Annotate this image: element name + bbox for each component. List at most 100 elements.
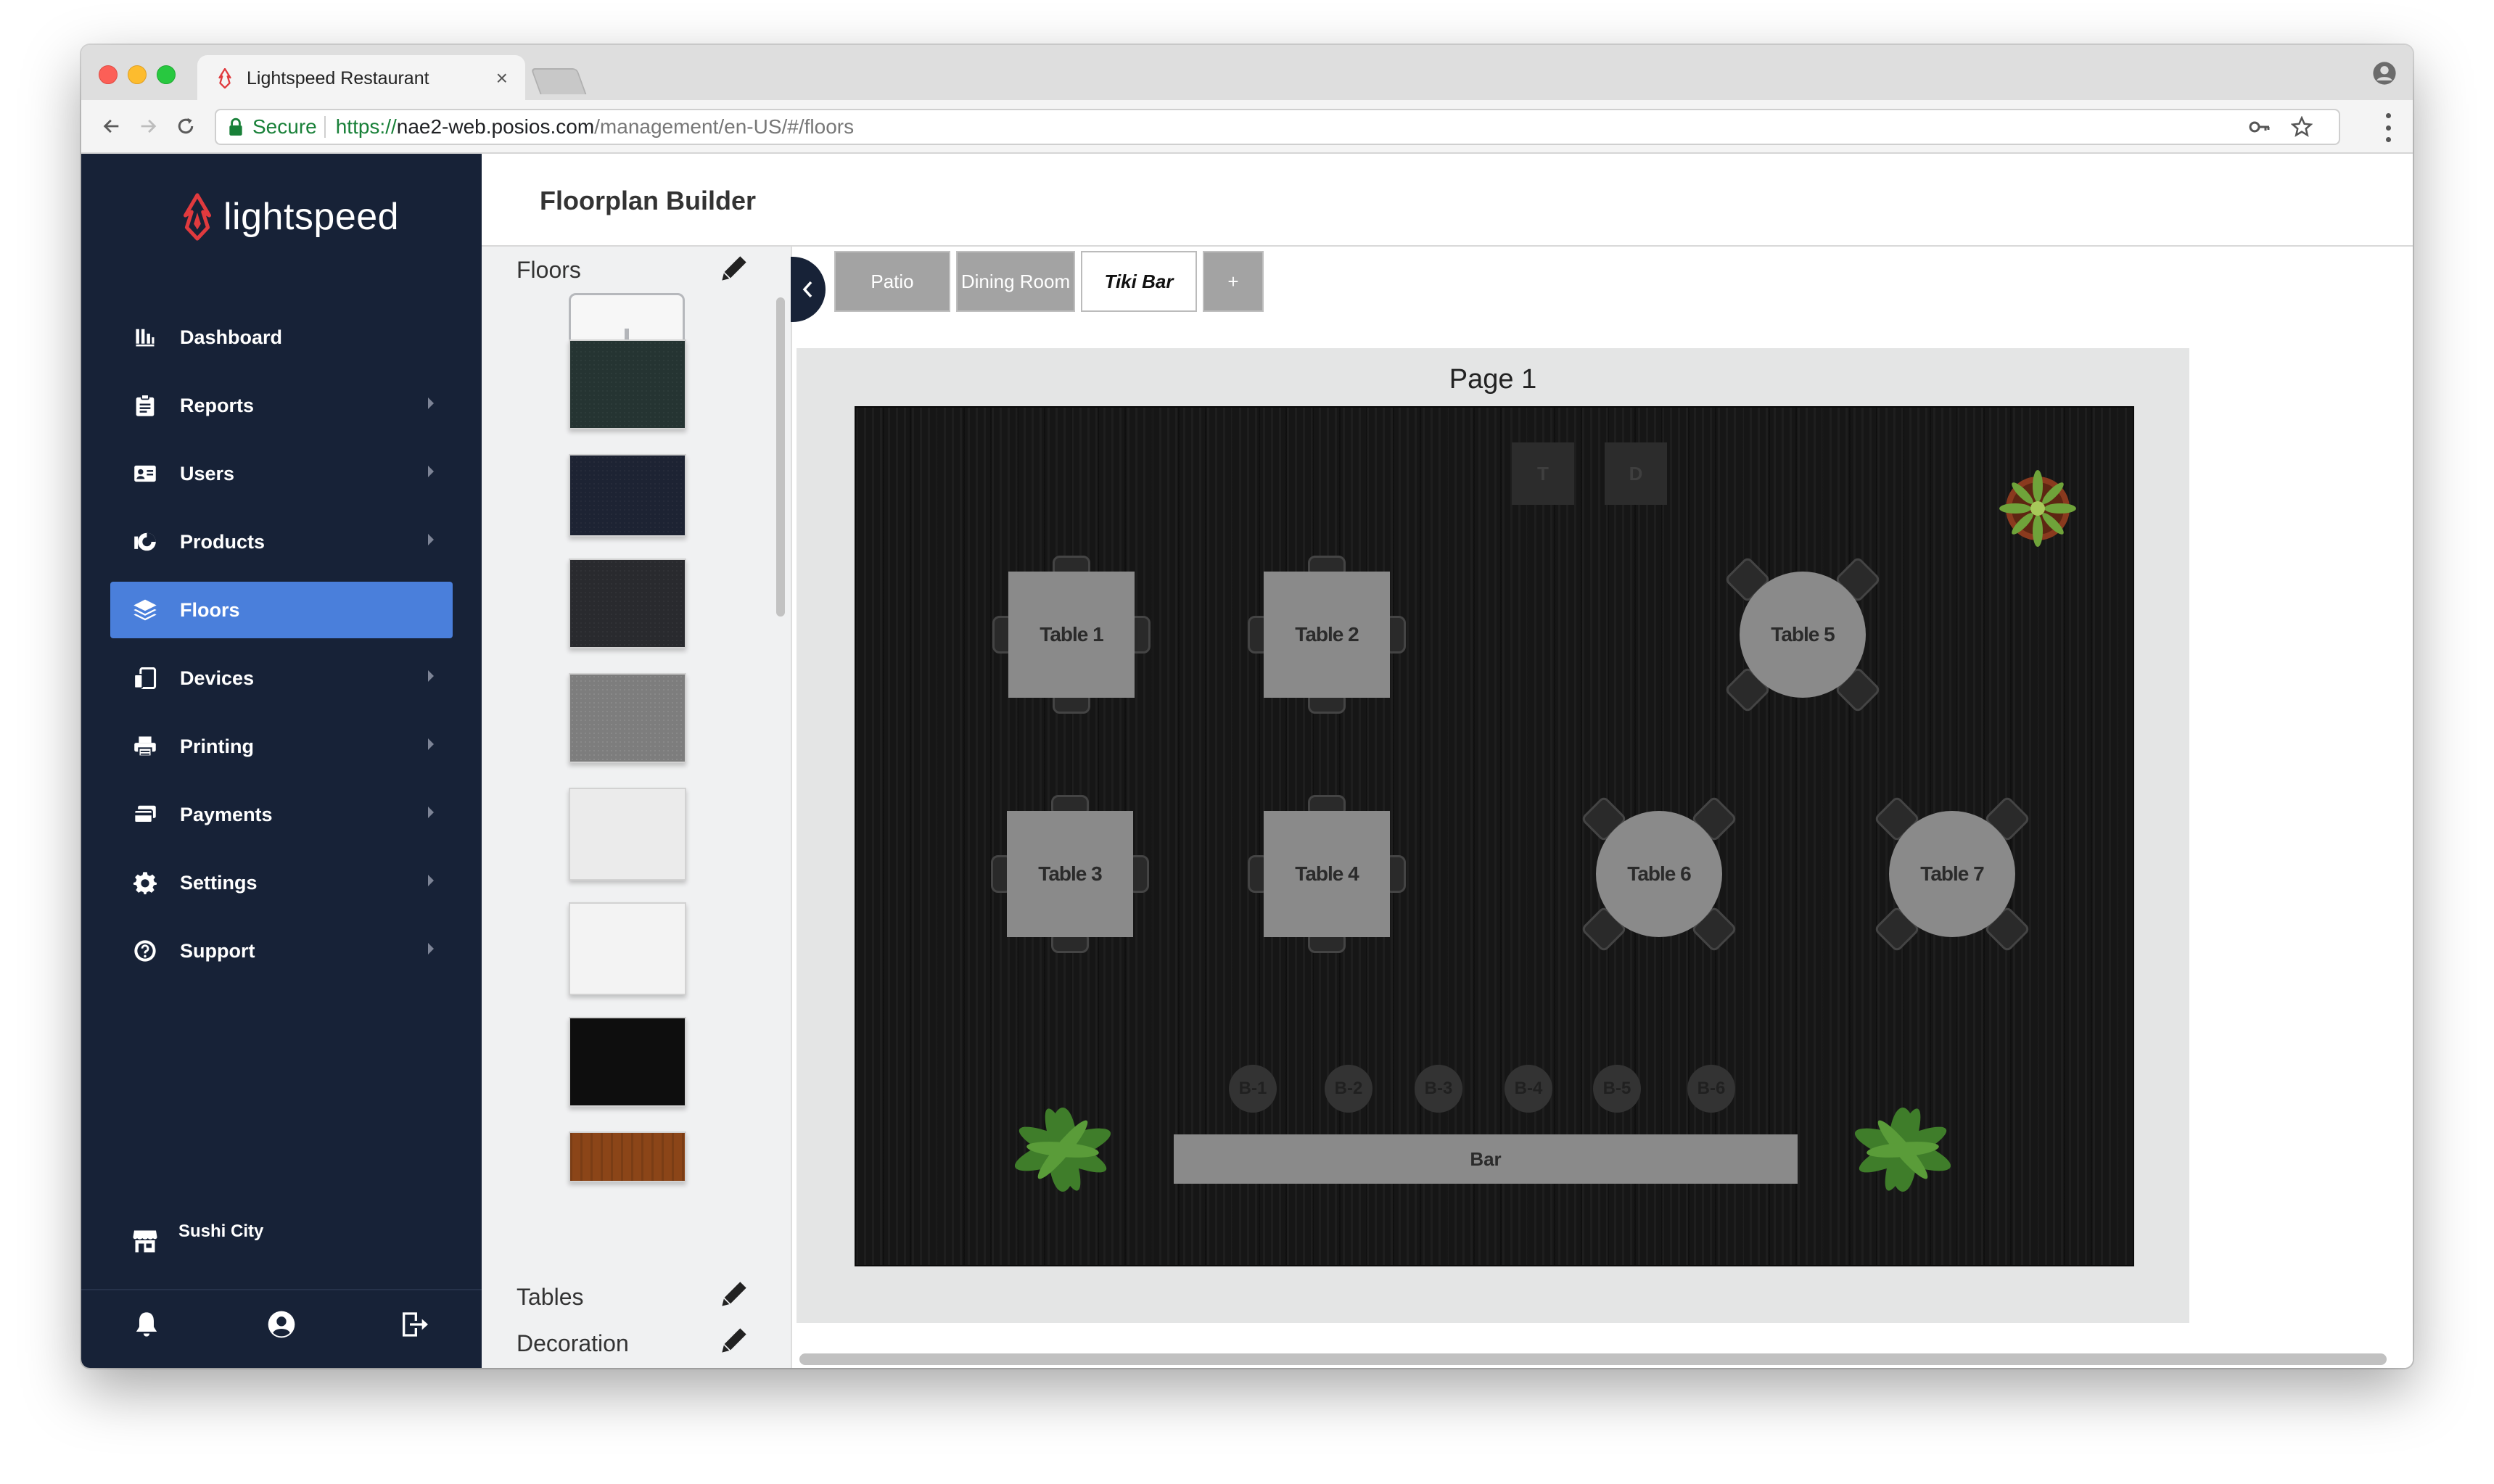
- decoration-section-title[interactable]: Decoration: [517, 1330, 629, 1357]
- main-content: Floorplan Builder Floors Tables Decorati…: [482, 154, 2413, 1368]
- sidebar-item-devices[interactable]: Devices: [110, 650, 453, 706]
- reload-button[interactable]: [171, 112, 200, 141]
- bar-stool[interactable]: B-2: [1325, 1065, 1372, 1113]
- bar-stool[interactable]: B-1: [1229, 1065, 1277, 1113]
- canvas-horizontal-scrollbar[interactable]: [799, 1353, 2387, 1365]
- marker-d[interactable]: D: [1605, 442, 1667, 505]
- bar-counter[interactable]: Bar: [1174, 1134, 1798, 1184]
- tab-tiki-bar[interactable]: Tiki Bar: [1081, 251, 1197, 312]
- store-selector[interactable]: Sushi City: [132, 1221, 263, 1253]
- url-path: /management/en-US/#/floors: [594, 115, 855, 138]
- sidebar-item-floors[interactable]: Floors: [110, 582, 453, 638]
- bar-stool[interactable]: B-4: [1505, 1065, 1552, 1113]
- table-4[interactable]: Table 4: [1264, 811, 1390, 937]
- sidebar-item-payments[interactable]: Payments: [110, 786, 453, 843]
- fern-plant-decoration[interactable]: [1841, 1102, 1964, 1197]
- bar-stool[interactable]: B-3: [1415, 1065, 1462, 1113]
- close-window-button[interactable]: [99, 65, 118, 84]
- table-7[interactable]: Table 7: [1889, 811, 2015, 937]
- sidebar-item-label: Dashboard: [180, 326, 283, 348]
- floor-texture-swatch[interactable]: [569, 788, 686, 881]
- sidebar-item-settings[interactable]: Settings: [110, 854, 453, 911]
- browser-tab[interactable]: Lightspeed Restaurant ×: [197, 55, 525, 102]
- fern-plant-decoration[interactable]: [1001, 1102, 1124, 1197]
- close-tab-icon[interactable]: ×: [496, 67, 508, 90]
- page-label: Page 1: [1449, 364, 1537, 395]
- sidebar-item-label: Floors: [180, 598, 240, 621]
- page-header: Floorplan Builder: [482, 154, 2413, 247]
- panel-scrollbar[interactable]: [776, 297, 785, 617]
- collapse-panel-button[interactable]: [791, 257, 826, 322]
- account-icon[interactable]: [267, 1310, 296, 1339]
- sidebar: lightspeed Dashboard Reports Users Produ…: [81, 154, 482, 1368]
- help-icon: [132, 938, 158, 964]
- chevron-right-icon: [428, 943, 434, 955]
- browser-menu-icon[interactable]: [2384, 113, 2392, 142]
- maximize-window-button[interactable]: [157, 65, 176, 84]
- floor-surface[interactable]: T D Bar Table 1 Table 2 Table 5 Table 3 …: [855, 406, 2134, 1266]
- id-card-icon: [132, 461, 158, 487]
- sidebar-item-label: Devices: [180, 667, 255, 689]
- app: lightspeed Dashboard Reports Users Produ…: [81, 154, 2413, 1368]
- floor-texture-swatch[interactable]: [569, 1131, 686, 1182]
- address-bar[interactable]: Secure https:// nae2-web.posios.com /man…: [215, 109, 2340, 145]
- table-5[interactable]: Table 5: [1740, 572, 1866, 698]
- tab-patio[interactable]: Patio: [834, 251, 950, 312]
- floor-texture-swatch[interactable]: [569, 454, 686, 537]
- devices-icon: [132, 665, 158, 691]
- floor-texture-swatch[interactable]: [569, 339, 686, 429]
- floor-texture-swatch[interactable]: [569, 558, 686, 648]
- lightspeed-flame-icon: [218, 68, 231, 88]
- back-button[interactable]: [97, 112, 126, 141]
- floor-texture-swatch[interactable]: [569, 902, 686, 995]
- logout-icon[interactable]: [399, 1310, 428, 1339]
- sidebar-item-printing[interactable]: Printing: [110, 718, 453, 775]
- potted-plant-decoration[interactable]: [1998, 469, 2078, 548]
- layers-icon: [132, 597, 158, 623]
- bell-icon[interactable]: [132, 1310, 161, 1339]
- arrow-left-icon: [103, 119, 119, 133]
- chevron-right-icon: [428, 397, 434, 409]
- builder-panel: Floors Tables Decoration: [482, 247, 792, 1368]
- bar-stool[interactable]: B-6: [1687, 1065, 1735, 1113]
- sidebar-item-support[interactable]: Support: [110, 923, 453, 979]
- page-title: Floorplan Builder: [540, 186, 757, 215]
- sidebar-item-products[interactable]: Products: [110, 514, 453, 570]
- bookmark-star-icon[interactable]: [2291, 116, 2313, 138]
- chevron-right-icon: [428, 534, 434, 545]
- sidebar-item-users[interactable]: Users: [110, 445, 453, 502]
- sidebar-item-label: Printing: [180, 735, 254, 757]
- lightspeed-logo[interactable]: lightspeed: [180, 193, 399, 241]
- floors-section-title[interactable]: Floors: [517, 257, 581, 284]
- tables-section-title[interactable]: Tables: [517, 1284, 584, 1311]
- table-3[interactable]: Table 3: [1007, 811, 1133, 937]
- forward-button[interactable]: [133, 112, 162, 141]
- floor-texture-swatch[interactable]: [569, 1017, 686, 1107]
- floorplan-canvas-area: Patio Dining Room Tiki Bar + Page 1 T D: [791, 247, 2413, 1368]
- profile-icon[interactable]: [2372, 61, 2397, 86]
- bar-stool[interactable]: B-5: [1593, 1065, 1641, 1113]
- edit-pencil-icon[interactable]: [720, 1279, 749, 1308]
- marker-t[interactable]: T: [1512, 442, 1574, 505]
- browser-window: Lightspeed Restaurant × Secure https:// …: [81, 45, 2413, 1368]
- url-scheme: https://: [335, 115, 397, 138]
- table-1[interactable]: Table 1: [1008, 572, 1135, 698]
- sidebar-item-reports[interactable]: Reports: [110, 377, 453, 434]
- store-name: Sushi City: [178, 1221, 264, 1241]
- edit-pencil-icon[interactable]: [720, 1326, 749, 1355]
- minimize-window-button[interactable]: [128, 65, 147, 84]
- chevron-right-icon: [428, 875, 434, 886]
- logo-text: lightspeed: [223, 196, 400, 238]
- floor-texture-swatch[interactable]: [569, 673, 686, 763]
- chevron-right-icon: [428, 738, 434, 750]
- edit-pencil-icon[interactable]: [720, 254, 749, 283]
- printer-icon: [132, 733, 158, 759]
- tab-strip: Lightspeed Restaurant ×: [81, 45, 2413, 102]
- table-2[interactable]: Table 2: [1264, 572, 1390, 698]
- new-tab-button[interactable]: [530, 68, 587, 94]
- add-floor-tab-button[interactable]: +: [1203, 251, 1264, 312]
- sidebar-item-dashboard[interactable]: Dashboard: [110, 309, 453, 366]
- table-6[interactable]: Table 6: [1596, 811, 1722, 937]
- tab-dining-room[interactable]: Dining Room: [956, 251, 1075, 312]
- key-icon[interactable]: [2249, 119, 2271, 135]
